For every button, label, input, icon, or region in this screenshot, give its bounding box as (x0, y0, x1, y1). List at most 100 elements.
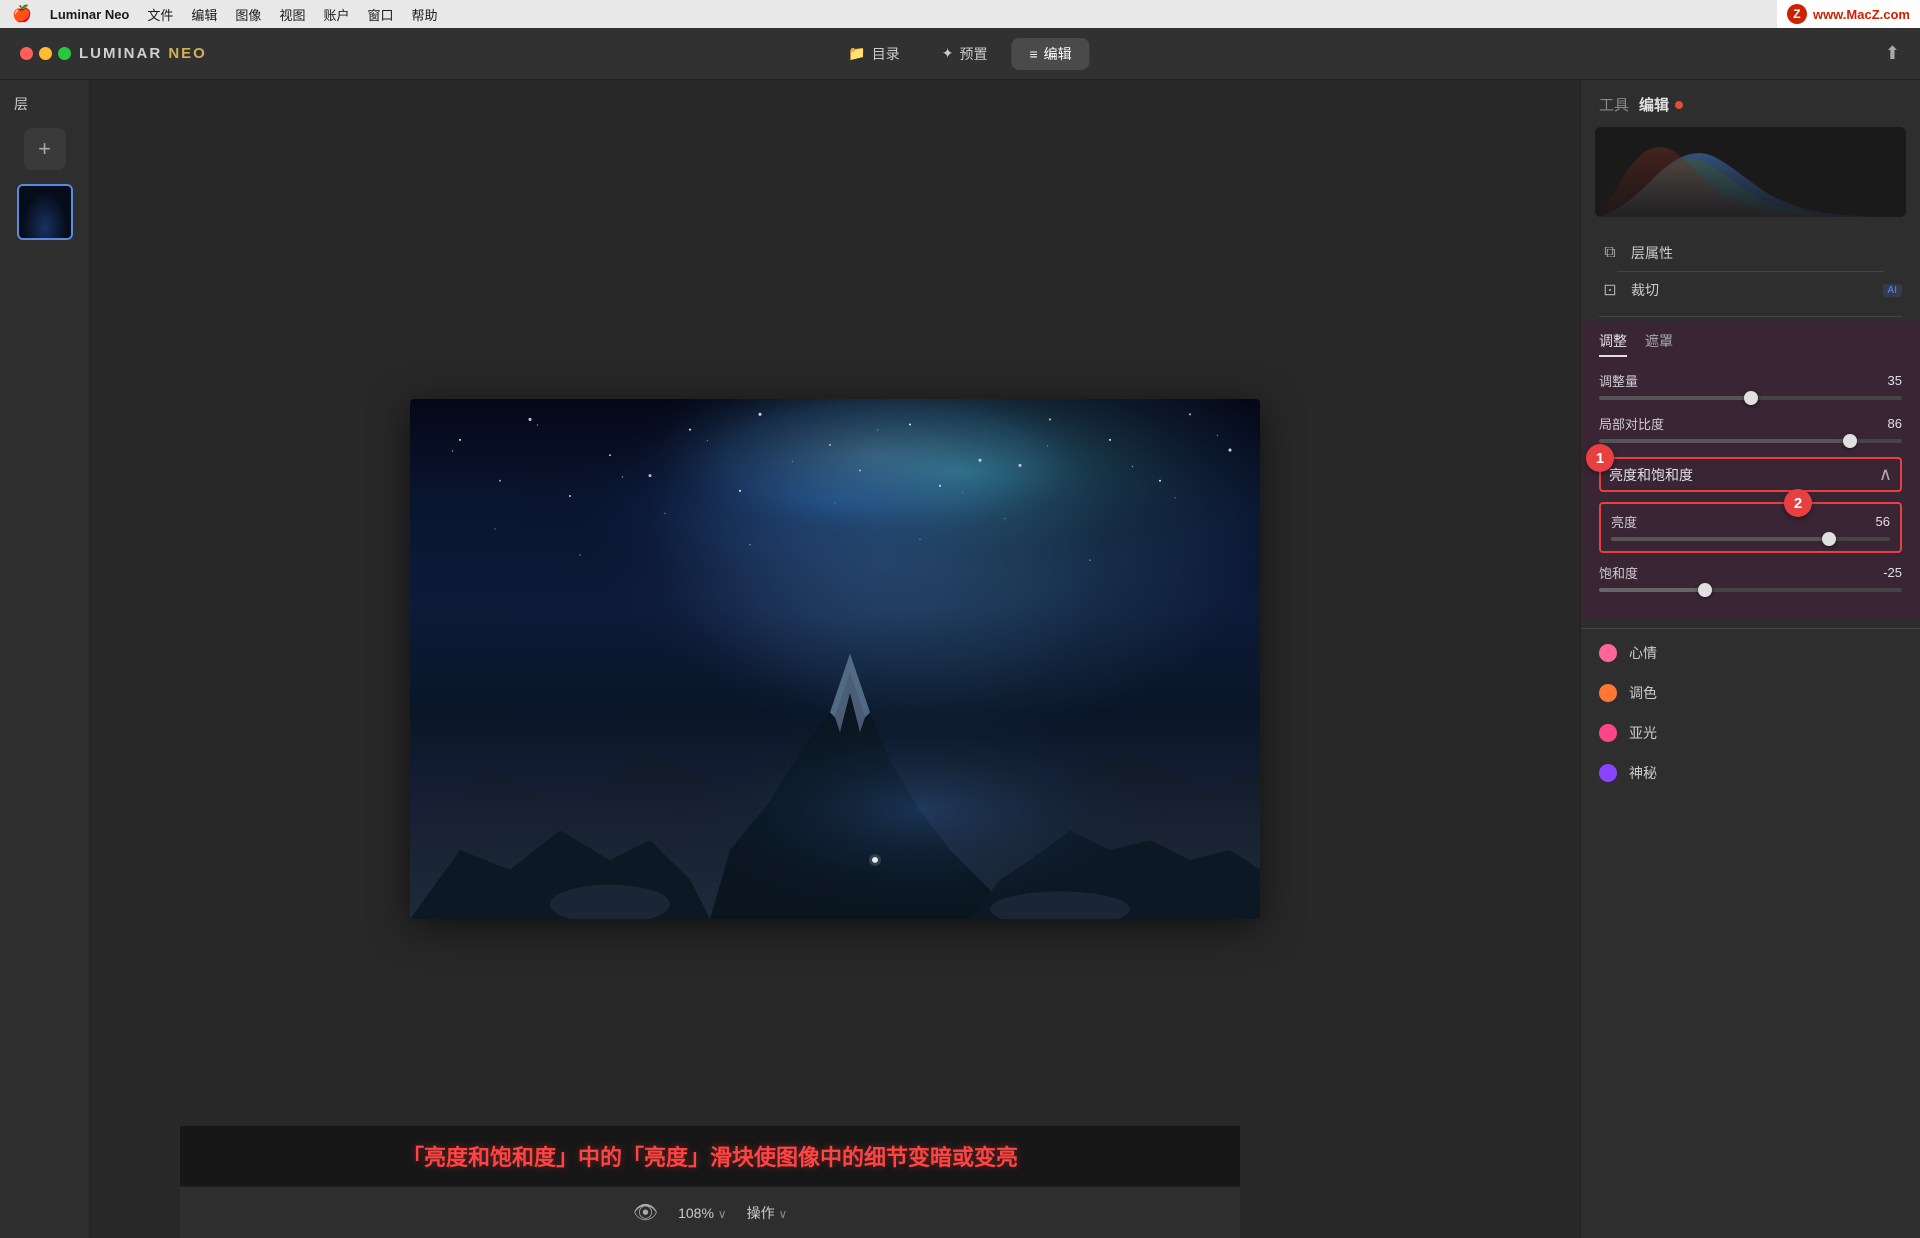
window-controls (20, 47, 71, 60)
edit-label: 编辑 (1639, 94, 1669, 115)
divider-2 (1599, 316, 1902, 317)
layer-props-section: ⧉ 层属性 ⊡ 裁切 AI (1581, 227, 1920, 316)
bs-wrapper: 1 亮度和饱和度 ∧ 2 亮度 56 (1599, 457, 1902, 592)
add-layer-button[interactable]: + (24, 128, 66, 170)
ops-chevron: ∨ (778, 1207, 787, 1221)
annotation-badge-2: 2 (1784, 489, 1812, 517)
crop-row[interactable]: ⊡ 裁切 AI (1599, 272, 1902, 308)
apple-menu[interactable]: 🍎 (12, 4, 32, 24)
brightness-wrapper: 2 亮度 56 (1599, 502, 1902, 553)
bs-title: 亮度和饱和度 (1609, 465, 1693, 485)
local-contrast-thumb[interactable] (1843, 434, 1857, 448)
adjust-amount-value: 35 (1872, 373, 1902, 388)
edit-dot (1675, 101, 1683, 109)
annotation-badge-1: 1 (1586, 444, 1614, 472)
menu-file[interactable]: 文件 (147, 5, 173, 24)
mood-icon (1599, 644, 1617, 662)
layer-thumb-preview (19, 186, 71, 238)
watermark-text: www.MacZ.com (1813, 7, 1910, 22)
tools-label: 工具 (1599, 94, 1629, 115)
saturation-value: -25 (1872, 565, 1902, 580)
crop-label: 裁切 (1631, 280, 1873, 300)
adjustments-panel: 调整 遮罩 调整量 35 局部对比度 86 (1581, 321, 1920, 620)
local-contrast-track[interactable] (1599, 439, 1902, 443)
brightness-track[interactable] (1611, 537, 1890, 541)
toolbar-tabs: 📁 目录 ✦ 预置 ≡ 编辑 (830, 38, 1089, 70)
saturation-track[interactable] (1599, 588, 1902, 592)
brightness-value: 56 (1860, 514, 1890, 529)
presets-tab[interactable]: ✦ 预置 (924, 38, 1006, 70)
histogram (1595, 127, 1906, 217)
app-logo: LUMINAR NEO (20, 45, 207, 62)
divider-3 (1581, 628, 1920, 629)
adj-tabs: 调整 遮罩 (1599, 331, 1902, 357)
menu-view[interactable]: 视图 (279, 5, 305, 24)
close-button[interactable] (20, 47, 33, 60)
caption-bar: 「亮度和饱和度」中的「亮度」滑块使图像中的细节变暗或变亮 (180, 1126, 1240, 1186)
watermark-icon: Z (1787, 4, 1807, 24)
brightness-label: 亮度 (1611, 512, 1637, 531)
photo-container[interactable] (410, 399, 1260, 919)
mood-tool[interactable]: 心情 (1581, 633, 1920, 673)
mystery-icon (1599, 764, 1617, 782)
mood-label: 心情 (1629, 643, 1657, 663)
histogram-svg (1595, 127, 1906, 217)
adj-tab-mask[interactable]: 遮罩 (1645, 331, 1673, 357)
matte-icon (1599, 724, 1617, 742)
bs-collapse-button[interactable]: ∧ (1879, 464, 1892, 485)
menu-account[interactable]: 账户 (323, 5, 349, 24)
canvas-area: 「亮度和饱和度」中的「亮度」滑块使图像中的细节变暗或变亮 👁 108% ∨ 操作… (90, 80, 1580, 1238)
edit-tab[interactable]: ≡ 编辑 (1012, 38, 1090, 70)
layer-thumbnail[interactable] (17, 184, 73, 240)
color-grading-tool[interactable]: 调色 (1581, 673, 1920, 713)
share-button[interactable]: ⬆ (1885, 43, 1900, 64)
brightness-thumb[interactable] (1822, 532, 1836, 546)
matte-tool[interactable]: 亚光 (1581, 713, 1920, 753)
matte-label: 亚光 (1629, 723, 1657, 743)
local-contrast-label: 局部对比度 (1599, 414, 1664, 433)
layer-props-row[interactable]: ⧉ 层属性 (1599, 235, 1902, 271)
adjust-amount-label: 调整量 (1599, 371, 1638, 390)
zoom-chevron: ∨ (718, 1207, 727, 1221)
zoom-value[interactable]: 108% ∨ (678, 1205, 727, 1221)
mystery-label: 神秘 (1629, 763, 1657, 783)
adjust-amount-thumb[interactable] (1744, 391, 1758, 405)
catalog-tab[interactable]: 📁 目录 (830, 38, 917, 70)
layers-panel: 层 + (0, 80, 90, 1238)
saturation-header: 饱和度 -25 (1599, 563, 1902, 582)
brightness-header: 亮度 56 (1611, 512, 1890, 531)
maximize-button[interactable] (58, 47, 71, 60)
saturation-label: 饱和度 (1599, 563, 1638, 582)
panel-header: 工具 编辑 (1581, 80, 1920, 123)
color-grading-icon (1599, 684, 1617, 702)
adj-tab-adjust[interactable]: 调整 (1599, 331, 1627, 357)
local-contrast-header: 局部对比度 86 (1599, 414, 1902, 433)
menu-edit[interactable]: 编辑 (191, 5, 217, 24)
catalog-icon: 📁 (848, 45, 865, 62)
app-name[interactable]: Luminar Neo (50, 7, 129, 22)
menu-window[interactable]: 窗口 (367, 5, 393, 24)
status-bar: 👁 108% ∨ 操作 ∨ (180, 1186, 1240, 1238)
menu-image[interactable]: 图像 (235, 5, 261, 24)
ops-button[interactable]: 操作 ∨ (747, 1203, 788, 1223)
crop-icon: ⊡ (1599, 280, 1621, 300)
adjust-amount-track[interactable] (1599, 396, 1902, 400)
presets-icon: ✦ (942, 45, 954, 62)
mystery-tool[interactable]: 神秘 (1581, 753, 1920, 793)
menu-help[interactable]: 帮助 (411, 5, 437, 24)
brightness-box: 亮度 56 (1599, 502, 1902, 553)
layer-props-label: 层属性 (1631, 243, 1902, 263)
menubar: 🍎 Luminar Neo 文件 编辑 图像 视图 账户 窗口 帮助 Z www… (0, 0, 1920, 28)
tools-list: 心情 调色 亚光 神秘 (1581, 633, 1920, 793)
watermark: Z www.MacZ.com (1777, 0, 1920, 28)
eye-icon[interactable]: 👁 (633, 1200, 658, 1225)
toolbar: LUMINAR NEO 📁 目录 ✦ 预置 ≡ 编辑 ⬆ (0, 28, 1920, 80)
layers-icon: ⧉ (1599, 244, 1621, 262)
edit-icon: ≡ (1030, 46, 1038, 62)
bs-header-box: 亮度和饱和度 ∧ (1599, 457, 1902, 492)
saturation-thumb[interactable] (1698, 583, 1712, 597)
ai-badge: AI (1883, 284, 1902, 297)
layers-title: 层 (10, 94, 28, 114)
minimize-button[interactable] (39, 47, 52, 60)
logo-text: LUMINAR NEO (79, 45, 207, 62)
